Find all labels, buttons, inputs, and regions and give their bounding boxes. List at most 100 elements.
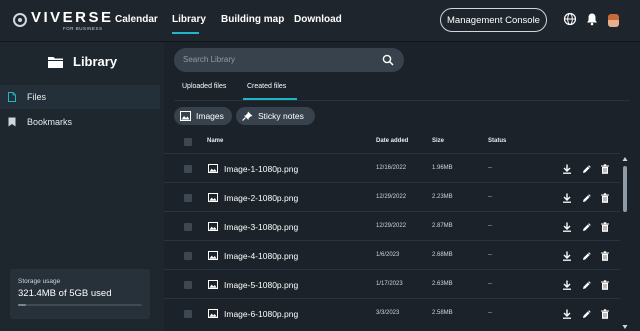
- storage-usage-card: Storage usage 321.4MB of 5GB used: [10, 269, 150, 319]
- status-cell: --: [488, 223, 492, 229]
- filter-label: Sticky notes: [258, 111, 304, 121]
- download-icon[interactable]: [562, 251, 572, 261]
- date-added-cell: 1/17/2023: [376, 281, 403, 287]
- storage-progress-bar: [18, 304, 142, 306]
- status-cell: --: [488, 252, 492, 258]
- size-cell: 2.87MB: [432, 223, 453, 229]
- sidebar-title-label: Library: [73, 54, 118, 69]
- bookmark-icon: [8, 117, 16, 127]
- table-header: Name Date added Size Status: [164, 131, 640, 153]
- delete-icon[interactable]: [600, 164, 610, 174]
- filter-sticky-notes-chip[interactable]: Sticky notes: [236, 107, 315, 125]
- table-row[interactable]: Image-6-1080p.png 3/3/2023 2.58MB --: [164, 298, 620, 327]
- nav-download[interactable]: Download: [294, 14, 342, 25]
- sidebar-item-files[interactable]: Files: [0, 85, 160, 109]
- table-row[interactable]: Image-2-1080p.png 12/29/2022 2.23MB --: [164, 182, 620, 211]
- delete-icon[interactable]: [600, 193, 610, 203]
- nav-calendar[interactable]: Calendar: [115, 14, 158, 25]
- row-checkbox[interactable]: [184, 281, 192, 289]
- status-cell: --: [488, 194, 492, 200]
- row-checkbox[interactable]: [184, 194, 192, 202]
- file-name[interactable]: Image-5-1080p.png: [224, 280, 298, 290]
- size-cell: 2.63MB: [432, 281, 453, 287]
- table-row[interactable]: Image-4-1080p.png 1/6/2023 2.68MB --: [164, 240, 620, 269]
- date-added-cell: 12/16/2022: [376, 165, 407, 171]
- file-icon: [8, 92, 16, 102]
- download-icon[interactable]: [562, 222, 572, 232]
- user-avatar[interactable]: [608, 14, 619, 27]
- bell-icon[interactable]: [585, 12, 599, 26]
- logo-subtext: FOR BUSINESS: [63, 26, 103, 31]
- storage-value: 321.4MB of 5GB used: [18, 288, 112, 299]
- size-cell: 2.58MB: [432, 310, 453, 316]
- delete-icon[interactable]: [600, 309, 610, 319]
- folder-icon: [48, 56, 63, 68]
- column-header-status[interactable]: Status: [488, 138, 506, 144]
- globe-icon[interactable]: [563, 12, 577, 26]
- image-icon: [180, 111, 191, 121]
- delete-icon[interactable]: [600, 251, 610, 261]
- tab-created-files[interactable]: Created files: [247, 83, 286, 90]
- nav-active-indicator: [172, 32, 199, 34]
- date-added-cell: 1/6/2023: [376, 252, 400, 258]
- logo-icon: [13, 13, 27, 27]
- sidebar-item-label: Bookmarks: [27, 117, 73, 127]
- search-icon[interactable]: [382, 54, 394, 66]
- tabs-divider: [174, 100, 630, 101]
- pin-icon: [242, 111, 253, 121]
- sidebar-item-label: Files: [27, 92, 47, 102]
- edit-icon[interactable]: [582, 280, 592, 290]
- download-icon[interactable]: [562, 309, 572, 319]
- row-checkbox[interactable]: [184, 252, 192, 260]
- select-all-checkbox[interactable]: [184, 138, 192, 146]
- sidebar-title: Library: [48, 54, 117, 69]
- scrollbar-thumb[interactable]: [623, 166, 627, 212]
- edit-icon[interactable]: [582, 251, 592, 261]
- status-cell: --: [488, 165, 492, 171]
- edit-icon[interactable]: [582, 222, 592, 232]
- tab-uploaded-files[interactable]: Uploaded files: [182, 83, 226, 90]
- column-header-size[interactable]: Size: [432, 138, 444, 144]
- top-nav-bar: VIVERSE FOR BUSINESS Calendar Library Bu…: [0, 0, 640, 42]
- download-icon[interactable]: [562, 193, 572, 203]
- table-row[interactable]: Image-5-1080p.png 1/17/2023 2.63MB --: [164, 269, 620, 298]
- download-icon[interactable]: [562, 280, 572, 290]
- logo-text: VIVERSE: [31, 9, 114, 26]
- file-name[interactable]: Image-2-1080p.png: [224, 193, 298, 203]
- search-input[interactable]: Search Library: [174, 48, 404, 72]
- filter-images-chip[interactable]: Images: [174, 107, 232, 125]
- row-checkbox[interactable]: [184, 223, 192, 231]
- file-name[interactable]: Image-1-1080p.png: [224, 164, 298, 174]
- edit-icon[interactable]: [582, 193, 592, 203]
- table-row[interactable]: Image-1-1080p.png 12/16/2022 1.96MB --: [164, 153, 620, 182]
- nav-building-map[interactable]: Building map: [221, 14, 284, 25]
- file-name[interactable]: Image-6-1080p.png: [224, 309, 298, 319]
- date-added-cell: 3/3/2023: [376, 310, 400, 316]
- sidebar-item-bookmarks[interactable]: Bookmarks: [0, 110, 160, 134]
- row-checkbox[interactable]: [184, 310, 192, 318]
- management-console-button[interactable]: Management Console: [440, 8, 547, 32]
- delete-icon[interactable]: [600, 222, 610, 232]
- scroll-down-icon[interactable]: [622, 324, 628, 330]
- file-name[interactable]: Image-4-1080p.png: [224, 251, 298, 261]
- image-file-icon: [208, 309, 218, 318]
- nav-library[interactable]: Library: [172, 14, 206, 25]
- size-cell: 1.96MB: [432, 165, 453, 171]
- row-checkbox[interactable]: [184, 165, 192, 173]
- download-icon[interactable]: [562, 164, 572, 174]
- search-placeholder: Search Library: [183, 55, 236, 64]
- date-added-cell: 12/29/2022: [376, 223, 407, 229]
- column-header-date-added[interactable]: Date added: [376, 138, 408, 144]
- scroll-up-icon[interactable]: [622, 156, 628, 162]
- edit-icon[interactable]: [582, 309, 592, 319]
- size-cell: 2.23MB: [432, 194, 453, 200]
- size-cell: 2.68MB: [432, 252, 453, 258]
- edit-icon[interactable]: [582, 164, 592, 174]
- sidebar: Library Files Bookmarks Storage usage 32…: [0, 42, 164, 331]
- file-name[interactable]: Image-3-1080p.png: [224, 222, 298, 232]
- delete-icon[interactable]: [600, 280, 610, 290]
- image-file-icon: [208, 164, 218, 173]
- table-row[interactable]: Image-3-1080p.png 12/29/2022 2.87MB --: [164, 211, 620, 240]
- column-header-name[interactable]: Name: [207, 138, 223, 144]
- filter-label: Images: [196, 111, 224, 121]
